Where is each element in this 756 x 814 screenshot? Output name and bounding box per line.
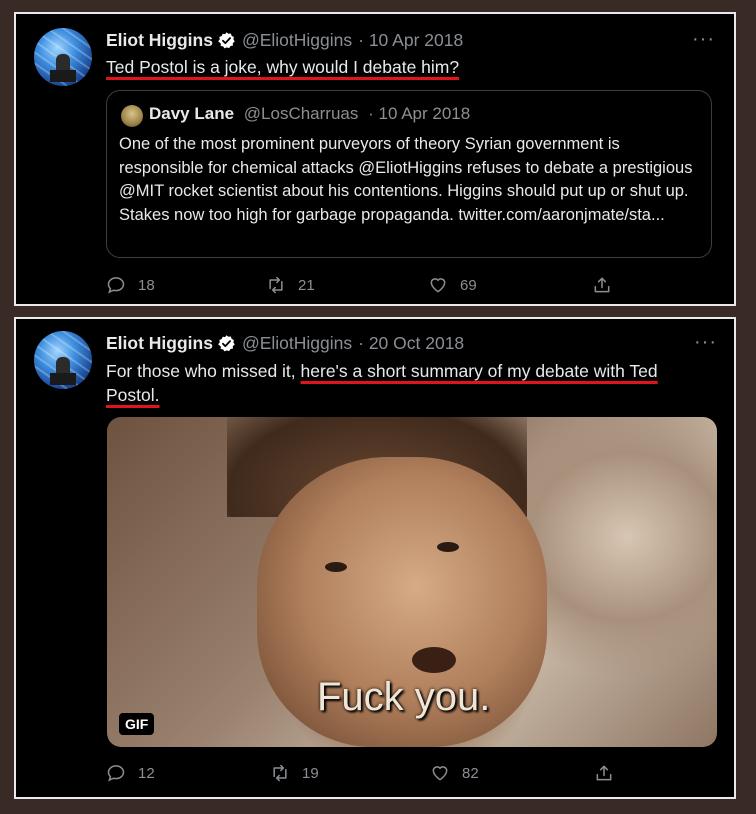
avatar[interactable]: [34, 28, 92, 86]
author-handle[interactable]: @EliotHiggins: [242, 30, 352, 51]
quoted-date: · 10 Apr 2018: [368, 104, 471, 123]
retweet-button[interactable]: 19: [270, 763, 319, 783]
tweet-text-plain: For those who missed it,: [106, 361, 301, 381]
retweet-count: 19: [302, 764, 319, 782]
like-count: 82: [462, 764, 479, 782]
reply-button[interactable]: 12: [106, 763, 155, 783]
tweet-header: Eliot Higgins @EliotHiggins · 10 Apr 201…: [106, 30, 463, 51]
author-name[interactable]: Eliot Higgins: [106, 333, 213, 354]
reply-button[interactable]: 18: [106, 275, 155, 295]
like-icon: [430, 278, 446, 293]
tweet-text-underlined: Ted Postol is a joke, why would I debate…: [106, 57, 460, 77]
gif-caption: Fuck you.: [317, 675, 491, 719]
quoted-author-handle: @LosCharruas: [243, 104, 359, 123]
author-handle[interactable]: @EliotHiggins: [242, 333, 352, 354]
tweet-date[interactable]: · 20 Oct 2018: [358, 333, 464, 354]
verified-icon: [218, 32, 235, 49]
verified-icon: [218, 335, 235, 352]
retweet-button[interactable]: 21: [266, 275, 315, 295]
tweet-actions: 12 19 82: [106, 762, 716, 784]
tweet-text: For those who missed it, here's a short …: [106, 359, 706, 407]
reply-icon: [107, 277, 125, 294]
share-icon: [596, 765, 612, 781]
tweet-header: Eliot Higgins @EliotHiggins · 20 Oct 201…: [106, 333, 464, 354]
gif-badge[interactable]: GIF: [119, 713, 155, 735]
tweet-card-1[interactable]: Eliot Higgins @EliotHiggins · 10 Apr 201…: [14, 12, 736, 306]
quoted-text: One of the most prominent purveyors of t…: [119, 135, 693, 224]
like-button[interactable]: 69: [428, 275, 477, 295]
tweet-text: Ted Postol is a joke, why would I debate…: [106, 55, 706, 79]
gif-media[interactable]: Fuck you. GIF: [107, 417, 717, 747]
share-icon: [594, 277, 610, 293]
reply-icon: [107, 765, 125, 782]
retweet-icon: [273, 764, 287, 782]
avatar[interactable]: [34, 331, 92, 389]
share-button[interactable]: [592, 275, 624, 295]
retweet-icon: [269, 276, 283, 294]
more-icon[interactable]: ···: [692, 28, 715, 51]
like-button[interactable]: 82: [430, 763, 479, 783]
author-name[interactable]: Eliot Higgins: [106, 30, 213, 51]
like-icon: [432, 766, 448, 781]
quoted-header: Davy Lane @LosCharruas · 10 Apr 2018: [149, 104, 470, 124]
tweet-date[interactable]: · 10 Apr 2018: [358, 30, 463, 51]
reply-count: 12: [138, 764, 155, 782]
reply-count: 18: [138, 276, 155, 294]
share-button[interactable]: [594, 763, 626, 783]
more-icon[interactable]: ···: [694, 331, 717, 354]
quoted-avatar: [121, 105, 143, 127]
quoted-author-name: Davy Lane: [149, 104, 235, 123]
tweet-actions: 18 21 69: [106, 274, 716, 296]
quoted-tweet[interactable]: Davy Lane @LosCharruas · 10 Apr 2018 One…: [106, 90, 712, 258]
like-count: 69: [460, 276, 477, 294]
retweet-count: 21: [298, 276, 315, 294]
tweet-card-2[interactable]: Eliot Higgins @EliotHiggins · 20 Oct 201…: [14, 317, 736, 799]
